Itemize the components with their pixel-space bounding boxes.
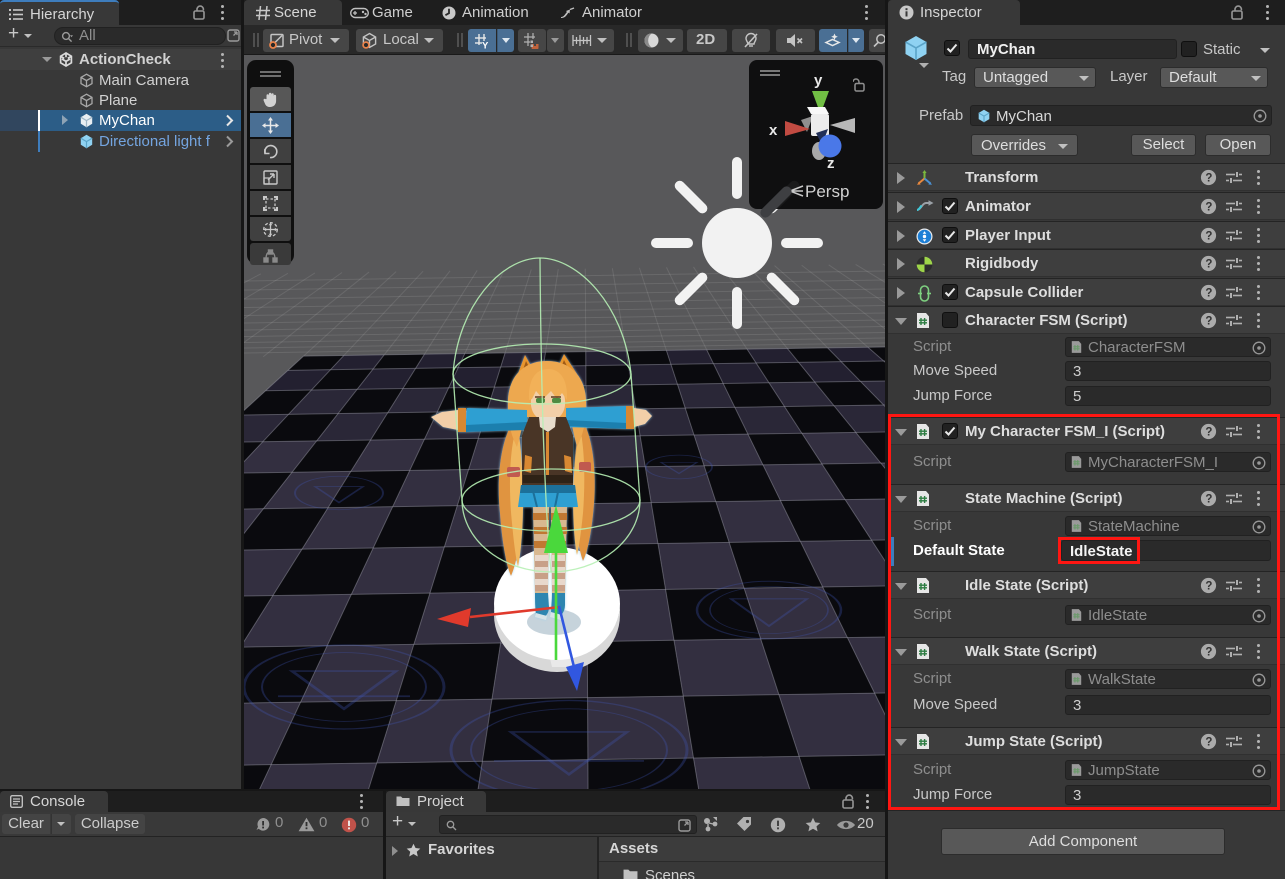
- svg-text:?: ?: [1205, 202, 1212, 214]
- svg-text:Persp: Persp: [805, 182, 849, 201]
- svg-text:y: y: [814, 72, 823, 89]
- svg-text:?: ?: [1205, 259, 1212, 271]
- svg-text:?: ?: [1205, 173, 1212, 185]
- svg-text:?: ?: [1205, 231, 1212, 243]
- svg-text:?: ?: [1205, 288, 1212, 300]
- svg-text:z: z: [827, 155, 835, 172]
- svg-text:?: ?: [1205, 316, 1212, 328]
- svg-text:Y: Y: [482, 41, 489, 50]
- svg-text:x: x: [769, 122, 778, 139]
